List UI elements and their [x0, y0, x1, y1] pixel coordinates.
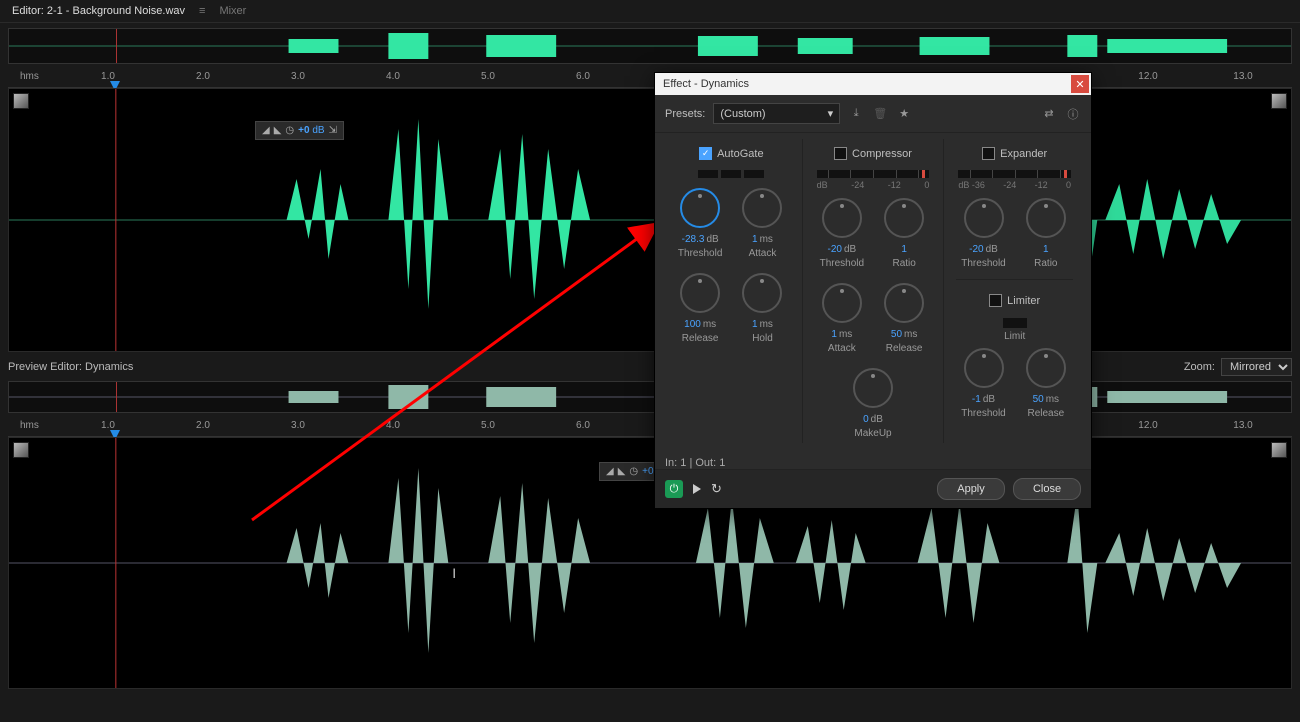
- info-icon[interactable]: ⓘ: [1065, 106, 1081, 122]
- power-button[interactable]: ⏻: [665, 480, 683, 498]
- preview-waveform: I: [9, 438, 1291, 688]
- time-ruler-preview[interactable]: hms 1.0 2.0 3.0 4.0 5.0 6.0 12.0 13.0: [8, 418, 1292, 437]
- ruler-unit: hms: [20, 71, 39, 82]
- preview-header: Preview Editor: Dynamics Zoom: Mirrored: [8, 358, 1292, 376]
- top-tab-bar: Editor: 2-1 - Background Noise.wav ≡ Mix…: [0, 0, 1300, 23]
- preset-dropdown[interactable]: (Custom)▾: [713, 103, 840, 124]
- main-waveform: [9, 89, 1291, 351]
- preview-playhead[interactable]: [116, 382, 117, 412]
- close-icon[interactable]: ✕: [1071, 75, 1089, 93]
- preview-waveform-panel[interactable]: ◢ ◣ ◷ +0 I: [8, 437, 1292, 689]
- comp-release-knob[interactable]: [884, 283, 924, 323]
- preview-mini-wave: [9, 382, 1291, 412]
- effect-dialog: Effect - Dynamics ✕ Presets: (Custom)▾ ⤓…: [654, 72, 1092, 509]
- preview-overview[interactable]: [8, 381, 1292, 413]
- comp-threshold-knob[interactable]: [822, 198, 862, 238]
- limiter-checkbox[interactable]: [989, 294, 1002, 307]
- text-cursor-icon: I: [452, 565, 456, 581]
- autogate-release-knob[interactable]: [680, 273, 720, 313]
- expander-meter: [958, 170, 1071, 178]
- preview-title: Preview Editor: Dynamics: [8, 361, 133, 373]
- zoom-select[interactable]: Mirrored: [1221, 358, 1292, 376]
- zoom-label: Zoom:: [1184, 361, 1215, 373]
- overview-waveform: [9, 29, 1291, 63]
- dialog-title: Effect - Dynamics: [663, 78, 749, 90]
- chevron-down-icon: ▾: [828, 107, 834, 120]
- gate-state-leds: [669, 170, 794, 178]
- expander-checkbox[interactable]: [982, 147, 995, 160]
- dialog-titlebar[interactable]: Effect - Dynamics ✕: [655, 73, 1091, 95]
- comp-ratio-knob[interactable]: [884, 198, 924, 238]
- autogate-checkbox[interactable]: [699, 147, 712, 160]
- presets-label: Presets:: [665, 108, 705, 120]
- io-info: In: 1 | Out: 1: [665, 457, 1081, 469]
- section-autogate: AutoGate -28.3dBThreshold 1msAttack 100m…: [661, 139, 803, 443]
- save-preset-icon[interactable]: ⤓: [848, 106, 864, 122]
- comp-attack-knob[interactable]: [822, 283, 862, 323]
- exp-ratio-knob[interactable]: [1026, 198, 1066, 238]
- apply-button[interactable]: Apply: [937, 478, 1005, 500]
- channel-map-icon[interactable]: ⇄: [1041, 106, 1057, 122]
- favorite-icon[interactable]: ★: [896, 106, 912, 122]
- tab-editor[interactable]: Editor: 2-1 - Background Noise.wav: [4, 2, 193, 20]
- preview-play-button[interactable]: [693, 484, 701, 494]
- compressor-checkbox[interactable]: [834, 147, 847, 160]
- overview-timeline[interactable]: [8, 28, 1292, 64]
- loop-button[interactable]: ↻: [711, 481, 722, 497]
- lim-release-knob[interactable]: [1026, 348, 1066, 388]
- close-button[interactable]: Close: [1013, 478, 1081, 500]
- comp-makeup-knob[interactable]: [853, 368, 893, 408]
- exp-threshold-knob[interactable]: [964, 198, 1004, 238]
- tab-menu-icon[interactable]: ≡: [199, 5, 205, 17]
- main-waveform-panel[interactable]: ◢ ◣ ◷ +0 dB ⇲: [8, 88, 1292, 352]
- lim-threshold-knob[interactable]: [964, 348, 1004, 388]
- compressor-meter: [817, 170, 930, 178]
- autogate-attack-knob[interactable]: [742, 188, 782, 228]
- time-ruler-top[interactable]: hms 1.0 2.0 3.0 4.0 5.0 6.0 12.0 13.0: [8, 69, 1292, 88]
- delete-preset-icon[interactable]: 🗑: [872, 106, 888, 122]
- section-expander: Expander dB -36-24-120 -20dBThreshold 1R…: [944, 139, 1085, 443]
- tab-mixer[interactable]: Mixer: [211, 2, 254, 20]
- autogate-hold-knob[interactable]: [742, 273, 782, 313]
- limiter-led: [1003, 318, 1027, 328]
- autogate-threshold-knob[interactable]: [680, 188, 720, 228]
- overview-playhead[interactable]: [116, 29, 117, 63]
- section-compressor: Compressor dB-24-120 -20dBThreshold 1Rat…: [803, 139, 945, 443]
